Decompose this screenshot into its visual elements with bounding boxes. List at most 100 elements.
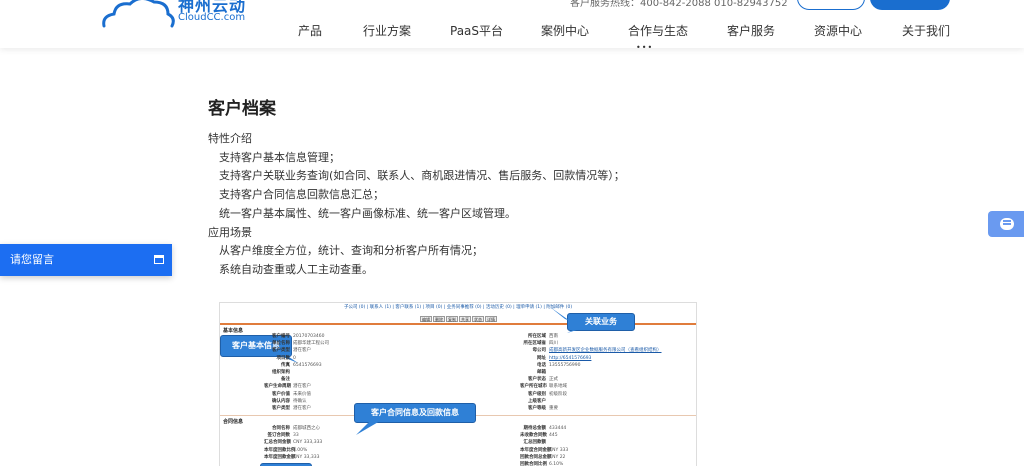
field-label: 客户类型: [272, 348, 290, 354]
field-value: CNY 333,333: [293, 440, 323, 446]
field-label: 未收款合同数: [520, 433, 547, 439]
record-field-row: 本年度回款金额CNY 33,333: [264, 454, 319, 460]
feature-item: 支持客户关联业务查询(如合同、联系人、商机跟进情况、售后服务、回款情况等）；: [219, 169, 625, 183]
record-field-row: 邮箱: [520, 369, 549, 375]
nav-item-partners[interactable]: 合作与生态: [628, 22, 688, 39]
field-value: CNY 22: [549, 454, 566, 460]
field-value: 待确认: [293, 398, 307, 404]
article-body: 特性介绍 支持客户基本信息管理； 支持客户关联业务查询(如合同、联系人、商机跟进…: [208, 130, 625, 280]
field-value: 潜在客户: [293, 348, 311, 354]
field-label: 客户级别: [528, 391, 546, 397]
record-field-row: 汇总回款额: [520, 439, 549, 445]
field-label: 本年度回款金额: [264, 454, 296, 460]
window-icon[interactable]: [154, 255, 164, 264]
field-value: 潜在客户: [293, 384, 311, 390]
more-dots-icon[interactable]: •••: [636, 43, 653, 52]
field-label: 传真: [281, 362, 290, 368]
nav-item-cases[interactable]: 案例中心: [541, 22, 589, 39]
record-field-row: 合同名称 成都城西之心: [264, 425, 320, 431]
login-button[interactable]: [797, 0, 865, 10]
field-label: 客户所在城市: [520, 384, 547, 390]
field-value: 联系地域: [549, 384, 567, 390]
field-label: 签订合同数: [267, 433, 291, 439]
record-field-row: 回款合同比例 6.10%: [520, 461, 563, 466]
record-field-row: 确认内容 待确认: [264, 398, 307, 404]
field-label: 组织架构: [272, 370, 290, 375]
record-field-row: 项目数 0: [264, 355, 296, 361]
record-field-row: 上级客户: [520, 398, 549, 404]
pointer-related: [567, 329, 580, 333]
chat-float-button[interactable]: [988, 211, 1024, 237]
nav-item-paas[interactable]: PaaS平台: [450, 22, 503, 39]
record-field-row: 备注: [264, 376, 293, 382]
record-field-row: 电话 13555756990: [520, 362, 581, 368]
field-value[interactable]: http://6541576693: [549, 356, 591, 361]
chat-bubble-icon: [1000, 218, 1014, 230]
field-value[interactable]: 成都高新开发区企业数据服务有限公司（查看组织结构）: [549, 348, 662, 353]
field-value: 正式: [549, 377, 558, 383]
pointer-related-up: [550, 307, 570, 321]
record-field-row: 汇总合同金额 CNY 333,333: [264, 439, 322, 445]
field-value: 1.00%: [293, 447, 308, 453]
record-field-row: 客户编号 20170703460: [264, 333, 325, 339]
nav-item-about[interactable]: 关于我们: [902, 22, 950, 39]
field-label: 电话: [537, 362, 546, 368]
record-field-row: 所在区域 西南: [520, 333, 558, 339]
field-label: 单位名称: [272, 341, 290, 347]
record-field-row: 签订合同数 33: [264, 432, 299, 438]
nav-item-industry[interactable]: 行业方案: [363, 22, 411, 39]
trial-button[interactable]: [870, 0, 950, 10]
field-value: 潜在客户: [293, 406, 311, 411]
record-field-row: 客户类型 潜在客户: [264, 405, 311, 411]
field-label: 回款合同总金额: [520, 454, 552, 460]
page-title: 客户档案: [208, 99, 276, 119]
field-value: 初级阶段: [549, 391, 567, 397]
field-value: 成都华建工程公司: [293, 341, 329, 347]
field-value: 33: [293, 433, 299, 439]
field-value: CNY 333: [549, 447, 569, 453]
record-field-row: 单位名称 成都华建工程公司: [264, 340, 329, 346]
field-label: 汇总合同金额: [264, 440, 291, 446]
record-field-row: 客户类型 潜在客户: [264, 347, 311, 353]
field-label: 客户等级: [528, 406, 546, 411]
record-field-row: 客户状态 正式: [520, 376, 558, 382]
scenario-item: 从客户维度全方位，统计、查询和分析客户所有情况；: [219, 244, 483, 258]
field-label: 客户状态: [528, 377, 546, 383]
record-field-row: 回款合同总金额CNY 22: [520, 454, 565, 460]
nav-item-resources[interactable]: 资源中心: [814, 22, 862, 39]
record-field-row: 本年度合同金额CNY 333: [520, 447, 568, 453]
service-hotline: 客户服务热线：400-842-2088 010-82943752: [570, 0, 788, 9]
section-heading-features: 特性介绍: [208, 132, 252, 145]
product-screenshot: 子公司 (0) | 联系人 (1) | 客户联系 (1) | 项目 (0) | …: [219, 302, 697, 466]
record-field-row: 客户等级 重要: [520, 405, 558, 411]
nav-item-service[interactable]: 客户服务: [727, 22, 775, 39]
record-field-row: 本年度回款比例1.00%: [264, 447, 307, 453]
logo[interactable]: 神州云动 CloudCC.com: [100, 0, 250, 32]
field-label: 期待总金额: [523, 426, 547, 431]
record-field-row: 所在区域省 四川: [520, 340, 559, 346]
nav-item-products[interactable]: 产品: [298, 22, 322, 39]
field-label: 客户类型: [272, 406, 290, 411]
field-value: 13555756990: [549, 362, 581, 368]
record-field-row: 母公司 成都高新开发区企业数据服务有限公司（查看组织结构）: [520, 347, 662, 353]
record-field-row: 客户生命周期 潜在客户: [264, 383, 311, 389]
feature-item: 支持客户基本信息管理；: [219, 150, 340, 164]
feature-item: 支持客户合同信息回款信息汇总；: [219, 188, 384, 202]
feedback-label: 请您留言: [10, 253, 54, 266]
record-field-row: 客户价值 未来价值: [264, 391, 311, 397]
field-value: CNY 33,333: [293, 454, 320, 460]
field-label: 回款合同比例: [520, 462, 547, 466]
field-label: 客户生命周期: [264, 384, 291, 390]
record-field-row: 组织架构: [264, 369, 293, 375]
field-label: 确认内容: [272, 398, 290, 404]
field-value: 未来价值: [293, 391, 311, 397]
field-label: 客户编号: [272, 334, 290, 339]
field-value: 6541576693: [293, 362, 322, 368]
field-value: 445: [549, 433, 558, 439]
field-label: 项目数: [276, 355, 291, 361]
feedback-panel[interactable]: 请您留言: [0, 244, 172, 276]
field-label: 客户价值: [272, 391, 290, 397]
record-field-row: 客户所在城市 联系地域: [520, 383, 567, 389]
scenario-item: 系统自动查重或人工主动查重。: [219, 262, 373, 276]
field-value: 20170703460: [293, 334, 325, 339]
